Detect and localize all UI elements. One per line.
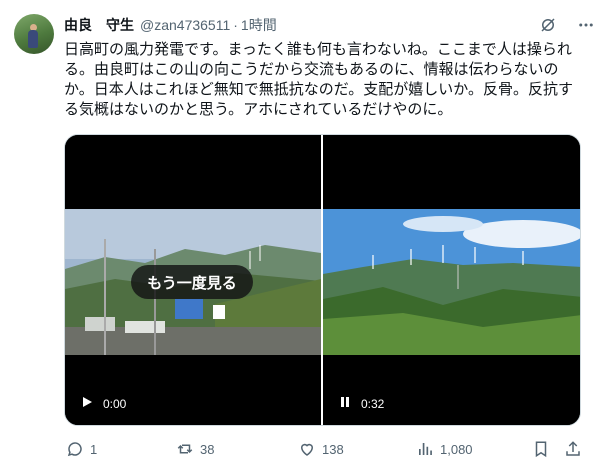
media-grid: もう一度見る 0:00 0:32 (64, 134, 581, 426)
like-count: 138 (322, 441, 344, 457)
play-icon[interactable] (81, 396, 93, 411)
author-name[interactable]: 由良 守生 (64, 15, 134, 35)
tweet-text: 日高町の風力発電です。まったく誰も何も言わないね。ここまで人は操られ る。由良町… (64, 40, 584, 120)
author-handle[interactable]: @zan4736511 (140, 17, 230, 33)
view-count: 1,080 (440, 441, 473, 457)
share-icon (566, 441, 580, 456)
analytics-icon (419, 443, 432, 455)
retweet-count: 38 (200, 441, 215, 457)
tweet-text-line: る気概はないのかと思う。アホにされているだけやのに。 (64, 101, 453, 118)
tweet-text-line: 日高町の風力発電です。まったく誰も何も言わないね。ここまで人は操られ (64, 41, 572, 58)
avatar[interactable] (14, 14, 54, 54)
tweet-header: 由良 守生 @zan4736511 · 1時間 (64, 14, 597, 36)
reply-count: 1 (90, 441, 98, 457)
tweet: 由良 守生 @zan4736511 · 1時間 日高町の風力発電です。まったく誰… (0, 0, 611, 476)
video-player-right[interactable]: 0:32 (323, 135, 580, 425)
replay-button[interactable]: もう一度見る (131, 265, 253, 299)
tweet-text-line: か。日本人はこれほど無知で無抵抗なのだ。支配が嬉しいか。反骨。反抗す (64, 81, 573, 98)
tweet-text-line: る。由良町はこの山の向こうだから交流もあるのに、情報は伝わらないの (64, 61, 559, 78)
reply-button[interactable]: 1 (66, 440, 97, 458)
video-frame-right (323, 209, 580, 355)
action-bar: 1 38 138 1,080 (58, 438, 590, 460)
video-player-left[interactable]: もう一度見る 0:00 (65, 135, 321, 425)
video-controls-left: 0:00 (81, 396, 126, 411)
video-controls-right: 0:32 (339, 396, 384, 411)
retweet-button[interactable]: 38 (176, 440, 214, 458)
retweet-icon (177, 444, 193, 454)
like-button[interactable]: 138 (298, 440, 344, 458)
views-button[interactable]: 1,080 (416, 440, 473, 458)
share-button[interactable] (564, 440, 582, 458)
separator: · (233, 17, 238, 33)
grok-icon[interactable] (537, 14, 559, 36)
timestamp[interactable]: 1時間 (241, 15, 277, 35)
reply-icon (67, 442, 82, 457)
pause-icon[interactable] (339, 396, 351, 411)
replay-label: もう一度見る (147, 274, 237, 292)
bookmark-icon (535, 441, 547, 458)
video-time-right: 0:32 (361, 396, 385, 411)
video-time-left: 0:00 (103, 396, 127, 411)
heart-icon (300, 443, 314, 456)
bookmark-button[interactable] (532, 440, 550, 458)
more-options-icon[interactable] (575, 14, 597, 36)
